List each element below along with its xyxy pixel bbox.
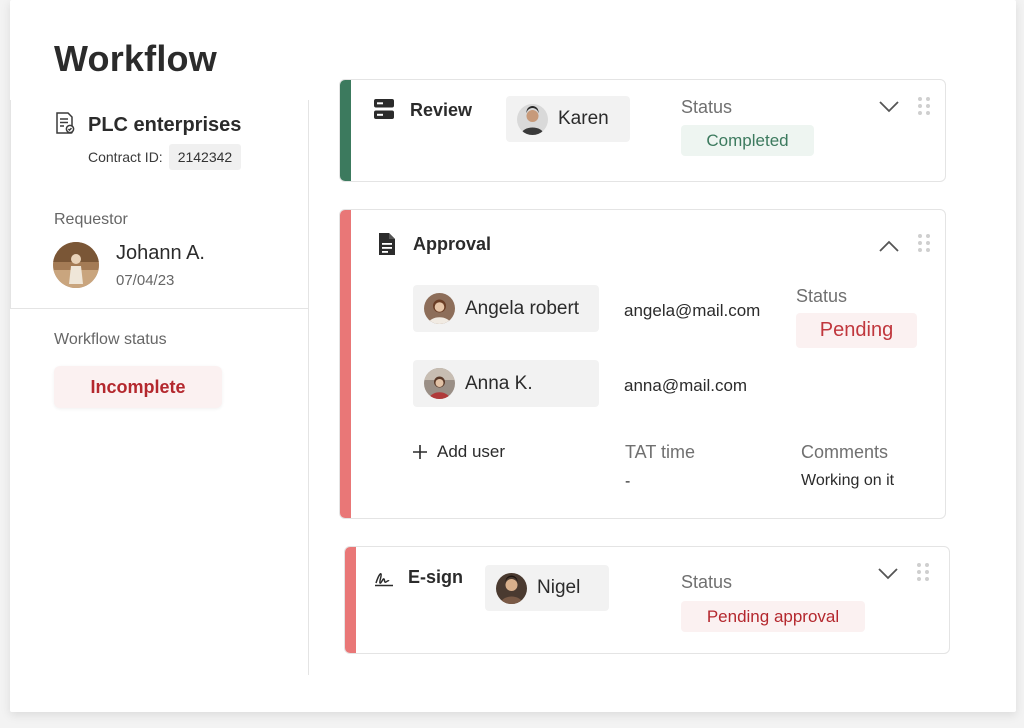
status-badge: Completed	[681, 125, 814, 156]
file-text-icon	[378, 232, 396, 261]
chevron-up-icon[interactable]	[878, 239, 900, 253]
avatar	[424, 368, 455, 399]
left-panel-border	[10, 100, 11, 308]
drag-handle-icon[interactable]	[918, 97, 932, 117]
requestor-label: Requestor	[54, 211, 128, 228]
server-icon	[373, 98, 395, 125]
approver-name: Anna K.	[465, 372, 533, 394]
workflow-status-label: Workflow status	[54, 331, 167, 348]
drag-handle-icon[interactable]	[918, 234, 932, 254]
assignee-chip[interactable]: Nigel	[485, 565, 609, 611]
step-title: Approval	[413, 234, 492, 254]
contract-id-label: Contract ID:	[88, 149, 163, 165]
status-badge: Pending	[796, 313, 917, 348]
requestor-name: Johann A.	[116, 242, 205, 264]
contract-company: PLC enterprises	[52, 110, 241, 141]
requestor-date: 07/04/23	[116, 272, 175, 289]
avatar	[517, 103, 548, 135]
approver-email: angela@mail.com	[624, 301, 761, 320]
section-divider	[10, 308, 308, 309]
add-user-label: Add user	[437, 442, 506, 461]
step-accent-bar	[340, 210, 351, 518]
assignee-name: Nigel	[537, 577, 581, 598]
signature-icon	[374, 571, 394, 592]
requestor-avatar	[53, 242, 99, 288]
comments-label: Comments	[801, 442, 889, 462]
contract-id-value: 2142342	[168, 144, 242, 170]
avatar	[496, 572, 527, 604]
status-badge: Pending approval	[681, 601, 865, 632]
workflow-status-badge: Incomplete	[54, 366, 222, 408]
add-user-button[interactable]: Add user	[413, 442, 505, 462]
approver-email: anna@mail.com	[624, 376, 748, 395]
contract-id-row: Contract ID: 2142342	[88, 144, 242, 170]
tat-value: -	[625, 473, 631, 490]
approver-chip[interactable]: Angela robert	[413, 285, 599, 332]
tat-label: TAT time	[625, 442, 696, 462]
page-title: Workflow	[54, 38, 217, 79]
assignee-name: Karen	[558, 108, 609, 129]
chevron-down-icon[interactable]	[877, 567, 899, 581]
panel-divider	[308, 100, 309, 675]
document-check-icon	[52, 110, 78, 141]
step-title: Review	[410, 100, 473, 120]
status-label: Status	[681, 572, 733, 592]
approver-chip[interactable]: Anna K.	[413, 360, 599, 407]
assignee-chip[interactable]: Karen	[506, 96, 630, 142]
step-title: E-sign	[408, 567, 464, 587]
step-esign[interactable]: E-sign Nigel Status Pending approval	[344, 546, 950, 654]
step-approval[interactable]: Approval Angela robert angela@mail.com A…	[339, 209, 946, 519]
plus-icon	[413, 445, 427, 459]
status-label: Status	[681, 97, 733, 117]
step-review[interactable]: Review Karen Status Completed	[339, 79, 946, 182]
approver-name: Angela robert	[465, 297, 580, 319]
status-label: Status	[796, 286, 848, 306]
drag-handle-icon[interactable]	[917, 563, 931, 583]
chevron-down-icon[interactable]	[878, 100, 900, 114]
avatar	[424, 293, 455, 324]
step-accent-bar	[345, 547, 356, 653]
step-accent-bar	[340, 80, 351, 181]
comments-value: Working on it	[801, 472, 895, 489]
company-name: PLC enterprises	[88, 114, 242, 136]
